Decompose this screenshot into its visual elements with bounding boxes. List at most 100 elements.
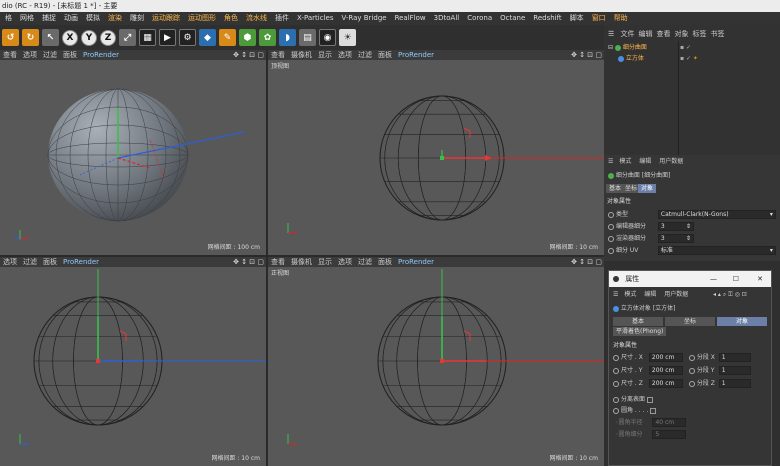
radio-icon[interactable] (613, 407, 619, 414)
radio-icon[interactable] (608, 223, 614, 230)
segments-x-input[interactable]: 1 (718, 353, 751, 362)
type-dropdown[interactable]: Catmull-Clark(N-Gons) ▾ (657, 210, 776, 219)
menu-item[interactable]: 模拟 (86, 14, 100, 22)
tab-coord[interactable]: 坐标 (665, 317, 715, 326)
menu-item[interactable]: 动画 (64, 14, 78, 22)
object-menu-item[interactable]: 文件 (621, 30, 635, 38)
stepper-icon[interactable]: ⇕ (686, 223, 691, 231)
minimize-icon[interactable]: — (710, 271, 717, 287)
segments-z-input[interactable]: 1 (718, 379, 751, 388)
maximize-icon[interactable]: ☐ (733, 271, 739, 287)
menu-item[interactable]: X-Particles (297, 14, 333, 22)
render-subdivision-input[interactable]: 3 ⇕ (657, 234, 694, 243)
menu-item[interactable]: 帮助 (614, 14, 628, 22)
deformer-icon[interactable]: ◗ (279, 29, 296, 46)
menu-item[interactable]: 3DtoAll (434, 14, 460, 22)
menu-item[interactable]: Octane (500, 14, 525, 22)
dialog-titlebar[interactable]: 属性 — ☐ ✕ (609, 271, 771, 287)
y-axis-lock-icon[interactable]: Y (81, 29, 97, 46)
size-z-input[interactable]: 200 cm (648, 379, 683, 388)
menu-item[interactable]: Corona (467, 14, 492, 22)
object-menu-item[interactable]: 标签 (693, 30, 707, 38)
menu-item[interactable]: 格 (5, 14, 12, 22)
object-item-cube[interactable]: 立方体 (618, 54, 644, 64)
floor-icon[interactable]: ▤ (299, 29, 316, 46)
attribute-menu-icon[interactable]: ☰ (608, 158, 613, 165)
menu-item[interactable]: 运动图形 (188, 14, 216, 22)
menu-item[interactable]: 流水线 (246, 14, 267, 22)
expand-icon[interactable]: ⊟ (608, 44, 613, 51)
editor-subdivision-input[interactable]: 3 ⇕ (657, 222, 694, 231)
radio-icon[interactable] (608, 247, 614, 254)
radio-icon[interactable] (688, 380, 695, 387)
object-menu-item[interactable]: 查看 (657, 30, 671, 38)
viewport-front[interactable]: 查看 摄像机 显示 选项 过滤 面板 ProRender ✥ ↕ ⊡ ▢ 正视图 网格间距 … (268, 257, 604, 466)
radio-icon[interactable] (688, 354, 695, 361)
viewport-divider[interactable] (0, 255, 604, 257)
object-item-subdivision[interactable]: ⊟ 细分曲面 (608, 43, 647, 53)
radio-icon[interactable] (613, 354, 619, 361)
render-settings-icon[interactable]: ⚙ (179, 29, 196, 46)
fillet-checkbox[interactable] (650, 407, 657, 414)
menu-edit[interactable]: 编辑 (644, 291, 656, 298)
camera-icon[interactable]: ◉ (319, 29, 336, 46)
stepper-icon[interactable]: ⇕ (686, 235, 691, 243)
tab-object[interactable]: 对象 (717, 317, 767, 326)
fillet-radius-input[interactable]: 40 cm (652, 418, 687, 427)
menu-item[interactable]: 渲染 (108, 14, 122, 22)
fillet-subdivision-input[interactable]: 5 (652, 430, 687, 439)
radio-icon[interactable] (608, 211, 614, 218)
menu-user-data[interactable]: 用户数据 (664, 291, 688, 298)
menu-item[interactable]: RealFlow (395, 14, 426, 22)
tab-phong[interactable]: 平滑着色(Phong) (613, 327, 667, 336)
menu-item[interactable]: 捕捉 (42, 14, 56, 22)
menu-user-data[interactable]: 用户数据 (659, 158, 683, 165)
close-icon[interactable]: ✕ (757, 271, 763, 287)
pen-icon[interactable]: ✎ (219, 29, 236, 46)
radio-icon[interactable] (608, 235, 614, 242)
cube-icon[interactable]: ◆ (199, 29, 216, 46)
visibility-toggle-icon[interactable]: ▪ ✓ ✦ (680, 54, 698, 64)
menu-item[interactable]: 运动跟踪 (152, 14, 180, 22)
menu-item[interactable]: 窗口 (592, 14, 606, 22)
menu-item[interactable]: 网格 (20, 14, 34, 22)
visibility-toggle-icon[interactable]: ▪ ✓ (680, 43, 691, 53)
menu-item[interactable]: 插件 (275, 14, 289, 22)
menu-item[interactable]: V-Ray Bridge (341, 14, 386, 22)
radio-icon[interactable] (688, 367, 695, 374)
uv-dropdown[interactable]: 标准 ▾ (657, 246, 776, 255)
menu-edit[interactable]: 编辑 (639, 158, 651, 165)
menu-item[interactable]: 雕刻 (130, 14, 144, 22)
redo-icon[interactable]: ↻ (22, 29, 39, 46)
light-icon[interactable]: ☀ (339, 29, 356, 46)
x-axis-lock-icon[interactable]: X (62, 29, 78, 46)
viewport-divider[interactable] (266, 50, 268, 466)
render-view-icon[interactable]: ▦ (139, 29, 156, 46)
object-menu-icon[interactable]: ☰ (608, 30, 614, 38)
menu-item[interactable]: Redshift (533, 14, 561, 22)
dialog-nav-icons[interactable]: ◂ ▴ ⌕ ⚿ ◎ ⊡ (713, 290, 747, 299)
attribute-menu-icon[interactable]: ☰ (613, 291, 618, 298)
menu-item[interactable]: 角色 (224, 14, 238, 22)
coordinate-system-icon[interactable]: ⤢ (119, 29, 136, 46)
object-menu-item[interactable]: 编辑 (639, 30, 653, 38)
render-picture-viewer-icon[interactable]: ▶ (159, 29, 176, 46)
tab-object[interactable]: 对象 (638, 184, 657, 193)
size-x-input[interactable]: 200 cm (648, 353, 683, 362)
size-y-input[interactable]: 200 cm (648, 366, 683, 375)
viewport-perspective[interactable]: 查看 选项 过滤 面板 ProRender ✥ ↕ ⊡ ▢ 网格间距 : 100 cm (0, 50, 266, 255)
cloner-icon[interactable]: ✿ (259, 29, 276, 46)
tab-basic[interactable]: 基本 (613, 317, 663, 326)
radio-icon[interactable] (613, 396, 619, 403)
subdivision-surface-icon[interactable]: ⬢ (239, 29, 256, 46)
separate-surfaces-checkbox[interactable] (647, 396, 654, 403)
menu-mode[interactable]: 模式 (619, 158, 631, 165)
viewport-top[interactable]: 查看 摄像机 显示 选项 过滤 面板 ProRender ✥ ↕ ⊡ ▢ 顶视图 网格间距 … (268, 50, 604, 255)
object-menu-item[interactable]: 对象 (675, 30, 689, 38)
radio-icon[interactable] (613, 367, 619, 374)
undo-icon[interactable]: ↺ (2, 29, 19, 46)
z-axis-lock-icon[interactable]: Z (100, 29, 116, 46)
segments-y-input[interactable]: 1 (718, 366, 751, 375)
menu-item[interactable]: 脚本 (570, 14, 584, 22)
select-icon[interactable]: ↖ (42, 29, 59, 46)
